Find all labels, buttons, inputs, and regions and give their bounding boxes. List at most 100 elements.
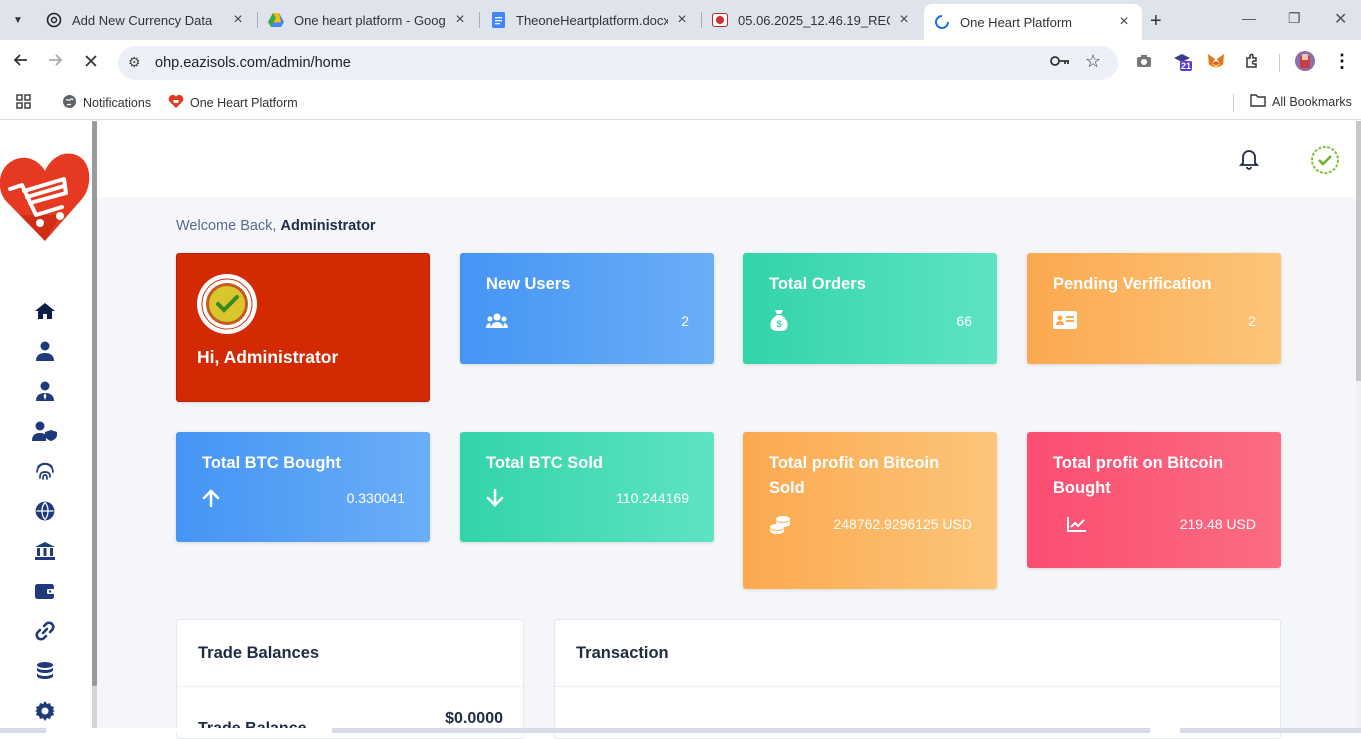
user-shield-icon[interactable] [30,418,60,444]
docs-icon [490,12,506,28]
stat-card-profit-bitcoin-bought[interactable]: Total profit on Bitcoin Bought 219.48 US… [1027,432,1281,568]
url-text[interactable]: ohp.eazisols.com/admin/home [155,55,351,71]
stat-card-profit-bitcoin-sold[interactable]: Total profit on Bitcoin Sold 248762.9296… [743,432,997,589]
money-bag-icon: $ [769,309,789,336]
home-icon[interactable] [30,298,60,324]
camera-icon[interactable] [1133,50,1155,72]
verified-check-icon[interactable] [1310,145,1340,180]
tab-close-icon[interactable]: × [1116,13,1132,30]
browser-tab[interactable]: Add New Currency Data × [36,0,256,40]
admin-badge-icon [197,274,257,334]
database-coins-icon[interactable] [30,658,60,684]
site-info-icon[interactable]: ⚙ [128,54,141,71]
notification-bell-icon[interactable] [1238,148,1260,175]
tab-title: 05.06.2025_12.46.19_REC [738,12,890,28]
browser-tab-strip: ▼ Add New Currency Data × One heart plat… [0,0,1361,40]
top-header [97,121,1361,197]
stat-value: 2 [1248,313,1256,329]
extension-badge-count: 21 [1181,61,1192,71]
stat-title: Total profit on Bitcoin Bought [1053,454,1224,497]
apps-grid-icon[interactable] [16,94,31,109]
profile-avatar[interactable] [1294,50,1316,72]
stat-title: Total profit on Bitcoin Sold [769,454,940,497]
stat-value: 66 [956,313,972,329]
stat-card-total-btc-sold[interactable]: Total BTC Sold 110.244169 [460,432,714,542]
stat-title: Total BTC Sold [486,454,604,472]
tab-close-icon[interactable]: × [896,11,912,28]
loading-spinner-icon [934,14,950,30]
bookmark-label: Notifications [83,96,152,110]
bookmark-star-icon[interactable]: ☆ [1085,51,1101,72]
google-drive-icon [268,12,284,28]
fingerprint-icon[interactable] [30,458,60,484]
globe-icon[interactable] [30,498,60,524]
user-tie-icon[interactable] [30,378,60,404]
tab-close-icon[interactable]: × [452,11,468,28]
stat-card-new-users[interactable]: New Users 2 [460,253,714,364]
panel-title: Trade Balances [198,644,320,662]
bank-icon[interactable] [30,538,60,564]
tab-close-icon[interactable]: × [230,11,246,28]
tab-title: One heart platform - Google [294,12,446,28]
address-bar[interactable]: ⚙ ohp.eazisols.com/admin/home ☆ [118,46,1118,80]
browser-tab[interactable]: TheoneHeartplatform.docx - × [480,0,700,40]
arrow-up-icon [202,489,220,512]
stop-loading-icon[interactable] [84,52,98,73]
forward-icon[interactable] [48,52,64,73]
bookmarks-bar: Notifications One Heart Platform All Boo… [0,86,1361,120]
openai-icon [46,12,62,28]
globe-icon [62,94,77,112]
back-icon[interactable] [12,52,28,73]
link-icon[interactable] [30,618,60,644]
new-tab-icon[interactable]: + [1150,10,1162,33]
tab-search-chevron-icon[interactable]: ▼ [8,10,28,30]
stat-value: 0.330041 [346,490,405,506]
page-scrollbar[interactable] [1356,121,1361,733]
window-close-icon[interactable]: ✕ [1334,9,1347,29]
hi-administrator-card: Hi, Administrator [176,253,430,402]
settings-gear-icon[interactable] [30,698,60,724]
bookmark-one-heart-platform[interactable]: One Heart Platform [168,94,298,112]
one-heart-logo[interactable] [0,149,90,244]
bookmark-label: One Heart Platform [190,96,298,110]
extension-badge-icon[interactable]: 21 [1171,50,1193,72]
stat-value: 2 [681,313,689,329]
welcome-message: Welcome Back, Administrator [176,218,376,234]
wallet-icon[interactable] [30,578,60,604]
browser-tab[interactable]: 05.06.2025_12.46.19_REC × [702,0,922,40]
metamask-fox-icon[interactable] [1205,50,1227,72]
extensions-puzzle-icon[interactable] [1241,50,1263,72]
stat-title: New Users [486,275,571,293]
user-icon[interactable] [30,338,60,364]
sidebar [0,121,92,733]
panel-title: Transaction [576,644,669,662]
minimize-icon[interactable]: — [1242,10,1256,26]
all-bookmarks-label: All Bookmarks [1272,95,1352,109]
bookmark-notifications[interactable]: Notifications [62,94,151,112]
folder-icon [1250,94,1266,110]
stat-card-total-orders[interactable]: Total Orders $ 66 [743,253,997,364]
trade-balance-value: $0.0000 [445,710,503,727]
browser-menu-icon[interactable]: ⋮ [1331,50,1353,72]
users-icon [486,313,508,334]
welcome-prefix: Welcome Back, [176,218,277,234]
chart-line-icon [1067,516,1087,537]
svg-text:$: $ [776,319,781,329]
stat-title: Total BTC Bought [202,454,341,472]
browser-tab-active[interactable]: One Heart Platform × [924,4,1142,40]
stat-value: 248762.9296125 USD [833,516,972,532]
restore-icon[interactable]: ❐ [1288,10,1301,27]
welcome-username: Administrator [280,218,376,234]
transaction-panel: Transaction [554,619,1281,739]
browser-tab[interactable]: One heart platform - Google × [258,0,478,40]
arrow-down-icon [486,488,504,512]
tab-title: TheoneHeartplatform.docx - [516,12,668,28]
stat-title: Total Orders [769,275,866,293]
sidebar-scrollbar[interactable] [92,121,97,733]
tab-close-icon[interactable]: × [674,11,690,28]
password-key-icon[interactable] [1050,54,1070,72]
taskbar-strip [0,728,1361,733]
stat-card-pending-verification[interactable]: Pending Verification 2 [1027,253,1281,364]
stat-card-total-btc-bought[interactable]: Total BTC Bought 0.330041 [176,432,430,542]
all-bookmarks[interactable]: All Bookmarks [1250,94,1352,110]
